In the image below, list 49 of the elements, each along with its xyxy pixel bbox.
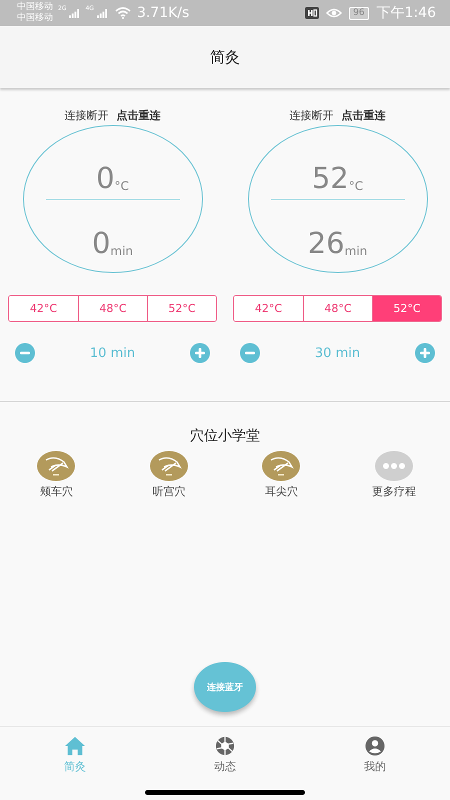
signal-icon [69,8,80,18]
temperature-option[interactable]: 42°C [234,296,303,321]
battery-level: 96 [349,6,369,20]
acupoint-icon[interactable] [37,451,76,481]
acupoint-icon[interactable] [262,451,300,481]
time-value: 0 [92,228,110,260]
time-unit: min [344,244,368,258]
home-icon[interactable] [64,736,86,756]
temperature-option[interactable]: 52°C [372,296,441,321]
aperture-icon[interactable] [214,736,236,756]
acupoint-icon[interactable] [150,451,188,481]
minus-icon[interactable] [240,343,260,363]
time-unit: min [110,244,134,258]
section-title: 穴位小学堂 [189,427,261,445]
eye-icon [326,7,342,19]
acupoint-label[interactable]: 颊车穴 [40,484,73,499]
temperature-value: 0 [96,162,115,194]
page-title: 简灸 [210,48,240,66]
temperature-option[interactable]: 48°C [78,296,147,321]
reconnect-link[interactable]: 点击重连 [342,108,386,123]
temperature-value: 52 [312,162,349,194]
carrier-name: 中国移动 [17,13,53,24]
minus-icon[interactable] [14,343,34,363]
acupoint-label[interactable]: 耳尖穴 [264,484,298,499]
nav-tab[interactable]: 动态 [214,759,236,774]
carrier-name: 中国移动 [17,2,53,12]
temperature-option[interactable]: 42°C [9,296,78,321]
connection-status: 连接断开 [290,108,334,123]
temperature-option[interactable]: 48°C [303,296,372,321]
duration-value: 30 min [314,346,360,360]
profile-icon[interactable] [364,736,386,756]
network-speed: 3.71K/s [136,5,190,21]
nav-tab[interactable]: 我的 [364,759,386,774]
temperature-option[interactable]: 52°C [147,296,216,321]
duration-value: 10 min [90,346,136,360]
hd-icon [305,7,320,19]
time-value: 26 [308,228,345,260]
reconnect-link[interactable]: 点击重连 [116,108,160,123]
temperature-unit: °C [348,178,364,192]
acupoint-label[interactable]: 更多疗程 [372,484,416,499]
clock: 下午1:46 [376,4,436,22]
plus-icon[interactable] [190,343,210,363]
more-icon[interactable] [374,451,413,481]
wifi-icon [114,7,131,19]
temperature-unit: °C [114,178,129,192]
signal-icon [96,8,108,18]
acupoint-label[interactable]: 听宫穴 [152,484,186,499]
connection-status: 连接断开 [64,108,108,123]
plus-icon[interactable] [415,343,436,363]
